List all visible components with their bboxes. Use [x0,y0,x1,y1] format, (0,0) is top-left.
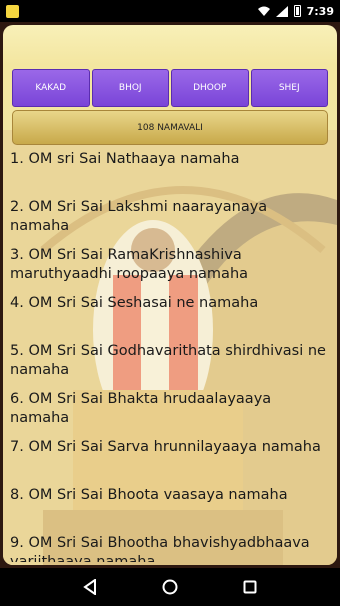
back-button[interactable] [81,578,99,596]
list-item: 3. OM Sri Sai RamaKrishnashiva maruthyaa… [10,247,249,282]
home-button[interactable] [161,578,179,596]
back-icon [83,579,96,595]
recents-button[interactable] [241,578,259,596]
list-item: 8. OM Sri Sai Bhoota vaasaya namaha [10,487,288,503]
list-item: 4. OM Sri Sai Seshasai ne namaha [10,295,259,311]
status-bar: 7:39 [0,0,340,22]
navigation-bar [0,568,340,606]
tab-row: KAKAD BHOJ DHOOP SHEJ [12,69,328,107]
list-item: 2. OM Sri Sai Lakshmi naarayanaya namaha [10,199,268,234]
wifi-icon [257,6,270,16]
tab-shej[interactable]: SHEJ [250,69,328,107]
list-item: 9. OM Sri Sai Bhootha bhavishyadbhaava v… [10,535,310,562]
status-time: 7:39 [306,4,334,18]
namavali-list[interactable]: 1. OM sri Sai Nathaaya namaha 2. OM Sri … [10,150,330,562]
list-item: 1. OM sri Sai Nathaaya namaha [10,151,240,167]
signal-icon [275,5,288,17]
recents-icon [243,580,257,594]
list-item: 5. OM Sri Sai Godhavarithata shirdhivasi… [10,343,326,378]
home-icon [162,579,178,595]
list-item: 6. OM Sri Sai Bhakta hrudaalayaaya namah… [10,391,272,426]
tab-bhoj[interactable]: BHOJ [91,69,169,107]
tab-dhoop[interactable]: DHOOP [171,69,249,107]
app-notification-icon [6,4,19,18]
battery-icon [293,5,301,17]
list-item: 7. OM Sri Sai Sarva hrunnilayaaya namaha [10,439,321,455]
app-screen: KAKAD BHOJ DHOOP SHEJ 108 NAMAVALI 1. OM… [0,22,340,568]
namavali-button[interactable]: 108 NAMAVALI [12,110,328,145]
tab-kakad[interactable]: KAKAD [12,69,90,107]
